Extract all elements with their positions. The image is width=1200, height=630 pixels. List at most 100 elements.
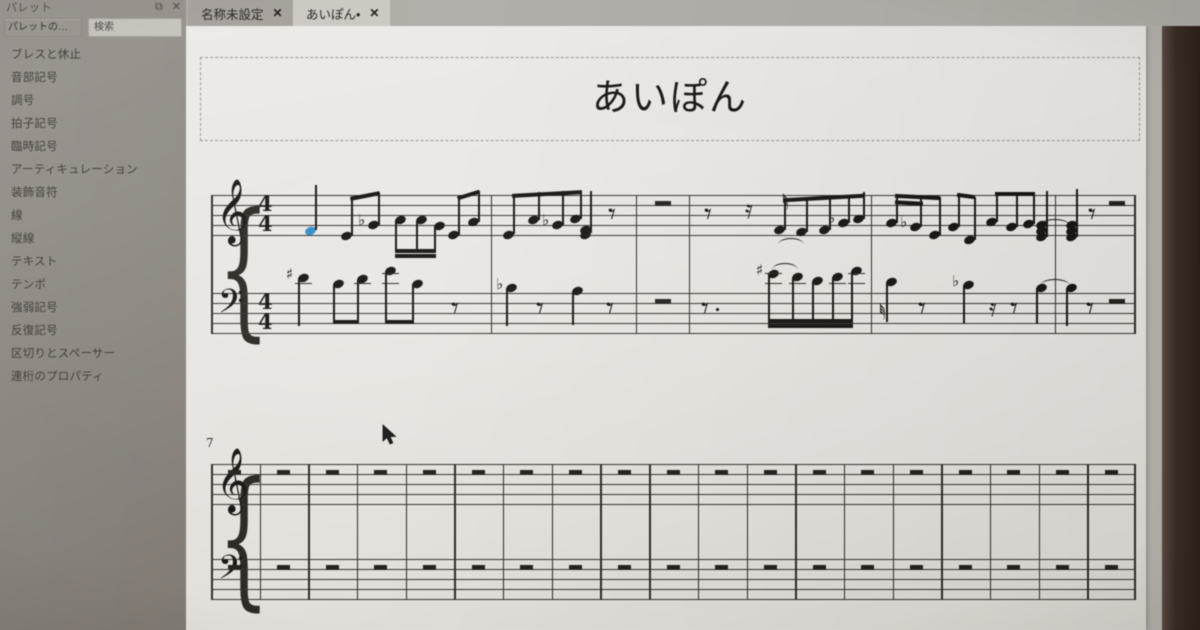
tab-untitled[interactable]: 名称未設定 ✕ — [188, 0, 294, 26]
palette-item-clefs[interactable]: 音部記号 — [0, 67, 186, 90]
whole-measure-rest[interactable] — [763, 470, 777, 475]
whole-measure-rest[interactable] — [617, 470, 631, 475]
quarter-rest-icon[interactable]: 𝄾 — [451, 291, 459, 326]
quarter-rest-icon[interactable]: 𝄾 — [1010, 291, 1018, 326]
whole-measure-rest[interactable] — [374, 470, 388, 475]
sharp-accidental-icon[interactable]: ♯ — [286, 265, 293, 283]
barline[interactable] — [795, 464, 797, 600]
whole-measure-rest[interactable] — [325, 565, 339, 570]
whole-measure-rest[interactable] — [655, 201, 671, 206]
palette-item-barlines[interactable]: 縦線 — [0, 228, 186, 251]
palette-item-repeats[interactable]: 反復記号 — [0, 320, 186, 343]
whole-measure-rest[interactable] — [1104, 565, 1118, 570]
title-frame-box[interactable]: あいぽん — [200, 57, 1140, 141]
whole-measure-rest[interactable] — [1007, 470, 1021, 475]
quarter-rest-icon[interactable]: 𝄾 — [1086, 291, 1094, 326]
whole-measure-rest[interactable] — [277, 565, 291, 570]
whole-measure-rest[interactable] — [471, 470, 485, 475]
palette-item-breaks-spacers[interactable]: 区切りとスペーサー — [0, 343, 186, 366]
whole-measure-rest[interactable] — [569, 470, 583, 475]
barline[interactable] — [697, 464, 700, 600]
whole-measure-rest[interactable] — [812, 565, 826, 570]
barline[interactable] — [1038, 464, 1041, 600]
whole-measure-rest[interactable] — [909, 565, 923, 570]
barline[interactable] — [503, 464, 505, 600]
score-page[interactable]: あいぽん { 𝄞 𝄢 4 4 4 4 ♭ ♯ 𝄾 ♭ 𝄾 ♭ 𝄾 𝄾 𝄾 𝄿 𝅰… — [186, 26, 1146, 630]
system-1[interactable]: { 𝄞 𝄢 4 4 4 4 ♭ ♯ 𝄾 ♭ 𝄾 ♭ 𝄾 𝄾 𝄾 𝄿 𝅰 ♭ 𝄾 … — [200, 182, 1136, 356]
flat-accidental-icon[interactable]: ♭ — [828, 209, 835, 227]
barline[interactable] — [308, 464, 310, 600]
quarter-rest-icon[interactable]: 𝄾 — [606, 291, 614, 326]
palette-item-key-sigs[interactable]: 調号 — [0, 90, 186, 113]
quarter-rest-icon[interactable]: 𝄾 — [608, 197, 616, 232]
barline[interactable] — [941, 464, 943, 600]
palette-item-text[interactable]: テキスト — [0, 251, 186, 274]
whole-measure-rest[interactable] — [1109, 299, 1125, 304]
palette-item-time-sigs[interactable]: 拍子記号 — [0, 113, 186, 136]
whole-measure-rest[interactable] — [958, 470, 972, 475]
whole-measure-rest[interactable] — [958, 565, 972, 570]
whole-measure-rest[interactable] — [617, 565, 631, 570]
eighth-rest-icon[interactable]: 𝄿 — [989, 293, 997, 323]
whole-measure-rest[interactable] — [423, 565, 437, 570]
flat-accidental-icon[interactable]: ♭ — [496, 275, 503, 293]
barline[interactable] — [551, 464, 554, 600]
whole-measure-rest[interactable] — [1007, 565, 1021, 570]
tab-aipon-close-icon[interactable]: ✕ — [369, 6, 379, 20]
flat-accidental-icon[interactable]: ♭ — [358, 211, 365, 229]
palette-item-tempo[interactable]: テンポ — [0, 274, 186, 297]
barline-m6-end[interactable] — [1134, 195, 1136, 334]
barline[interactable] — [989, 464, 992, 600]
quarter-rest-icon[interactable]: 𝄾 — [701, 291, 709, 326]
whole-measure-rest[interactable] — [277, 470, 291, 475]
barline-end[interactable] — [1134, 464, 1136, 600]
flat-accidental-icon[interactable]: ♭ — [900, 213, 907, 231]
barline[interactable] — [843, 464, 846, 600]
whole-measure-rest[interactable] — [1109, 201, 1125, 206]
whole-measure-rest[interactable] — [423, 470, 437, 475]
barline[interactable] — [892, 464, 894, 600]
sharp-accidental-icon[interactable]: ♯ — [756, 261, 763, 279]
whole-measure-rest[interactable] — [1055, 565, 1069, 570]
palette-item-grace-notes[interactable]: 装飾音符 — [0, 182, 186, 205]
whole-measure-rest[interactable] — [763, 565, 777, 570]
barline[interactable] — [405, 464, 408, 600]
whole-measure-rest[interactable] — [812, 470, 826, 475]
page-title[interactable]: あいぽん — [201, 67, 1139, 121]
whole-measure-rest[interactable] — [655, 299, 671, 304]
quarter-rest-icon[interactable]: 𝄾 — [536, 291, 544, 326]
whole-measure-rest[interactable] — [715, 565, 729, 570]
whole-measure-rest[interactable] — [861, 470, 875, 475]
system-1-bass-staff[interactable] — [211, 293, 1136, 334]
palette-item-lines[interactable]: 線 — [0, 205, 186, 228]
barline-m1[interactable] — [491, 195, 493, 334]
whole-measure-rest[interactable] — [325, 470, 339, 475]
barline-m2[interactable] — [636, 195, 638, 334]
barline[interactable] — [259, 464, 262, 600]
whole-measure-rest[interactable] — [1055, 470, 1069, 475]
tab-aipon[interactable]: あいぽん• ✕ — [293, 0, 391, 26]
barline[interactable] — [600, 464, 602, 600]
palette-item-accidentals[interactable]: 臨時記号 — [0, 136, 186, 159]
barline[interactable] — [454, 464, 456, 600]
palette-more-button[interactable]: パレットの… — [4, 17, 82, 37]
quarter-rest-icon[interactable]: 𝄾 — [704, 197, 712, 232]
whole-measure-rest[interactable] — [520, 565, 534, 570]
palette-item-breaths-pauses[interactable]: ブレスと休止 — [0, 44, 186, 67]
palette-item-beam-properties[interactable]: 連桁のプロパティ — [0, 366, 186, 389]
flat-accidental-icon[interactable]: ♭ — [952, 272, 959, 290]
whole-measure-rest[interactable] — [228, 470, 242, 475]
tab-untitled-close-icon[interactable]: ✕ — [273, 6, 283, 20]
whole-measure-rest[interactable] — [666, 565, 680, 570]
whole-measure-rest[interactable] — [715, 470, 729, 475]
barline[interactable] — [649, 464, 651, 600]
undock-icon[interactable]: ⧉ — [155, 0, 163, 15]
barline-m5[interactable] — [1055, 195, 1057, 334]
whole-measure-rest[interactable] — [861, 565, 875, 570]
barline-m4[interactable] — [871, 195, 873, 334]
score-canvas[interactable]: あいぽん { 𝄞 𝄢 4 4 4 4 ♭ ♯ 𝄾 ♭ 𝄾 ♭ 𝄾 𝄾 𝄾 𝄿 𝅰… — [186, 26, 1200, 630]
flat-accidental-icon[interactable]: ♭ — [542, 211, 549, 229]
whole-measure-rest[interactable] — [471, 565, 485, 570]
whole-measure-rest[interactable] — [374, 565, 388, 570]
whole-measure-rest[interactable] — [520, 470, 534, 475]
